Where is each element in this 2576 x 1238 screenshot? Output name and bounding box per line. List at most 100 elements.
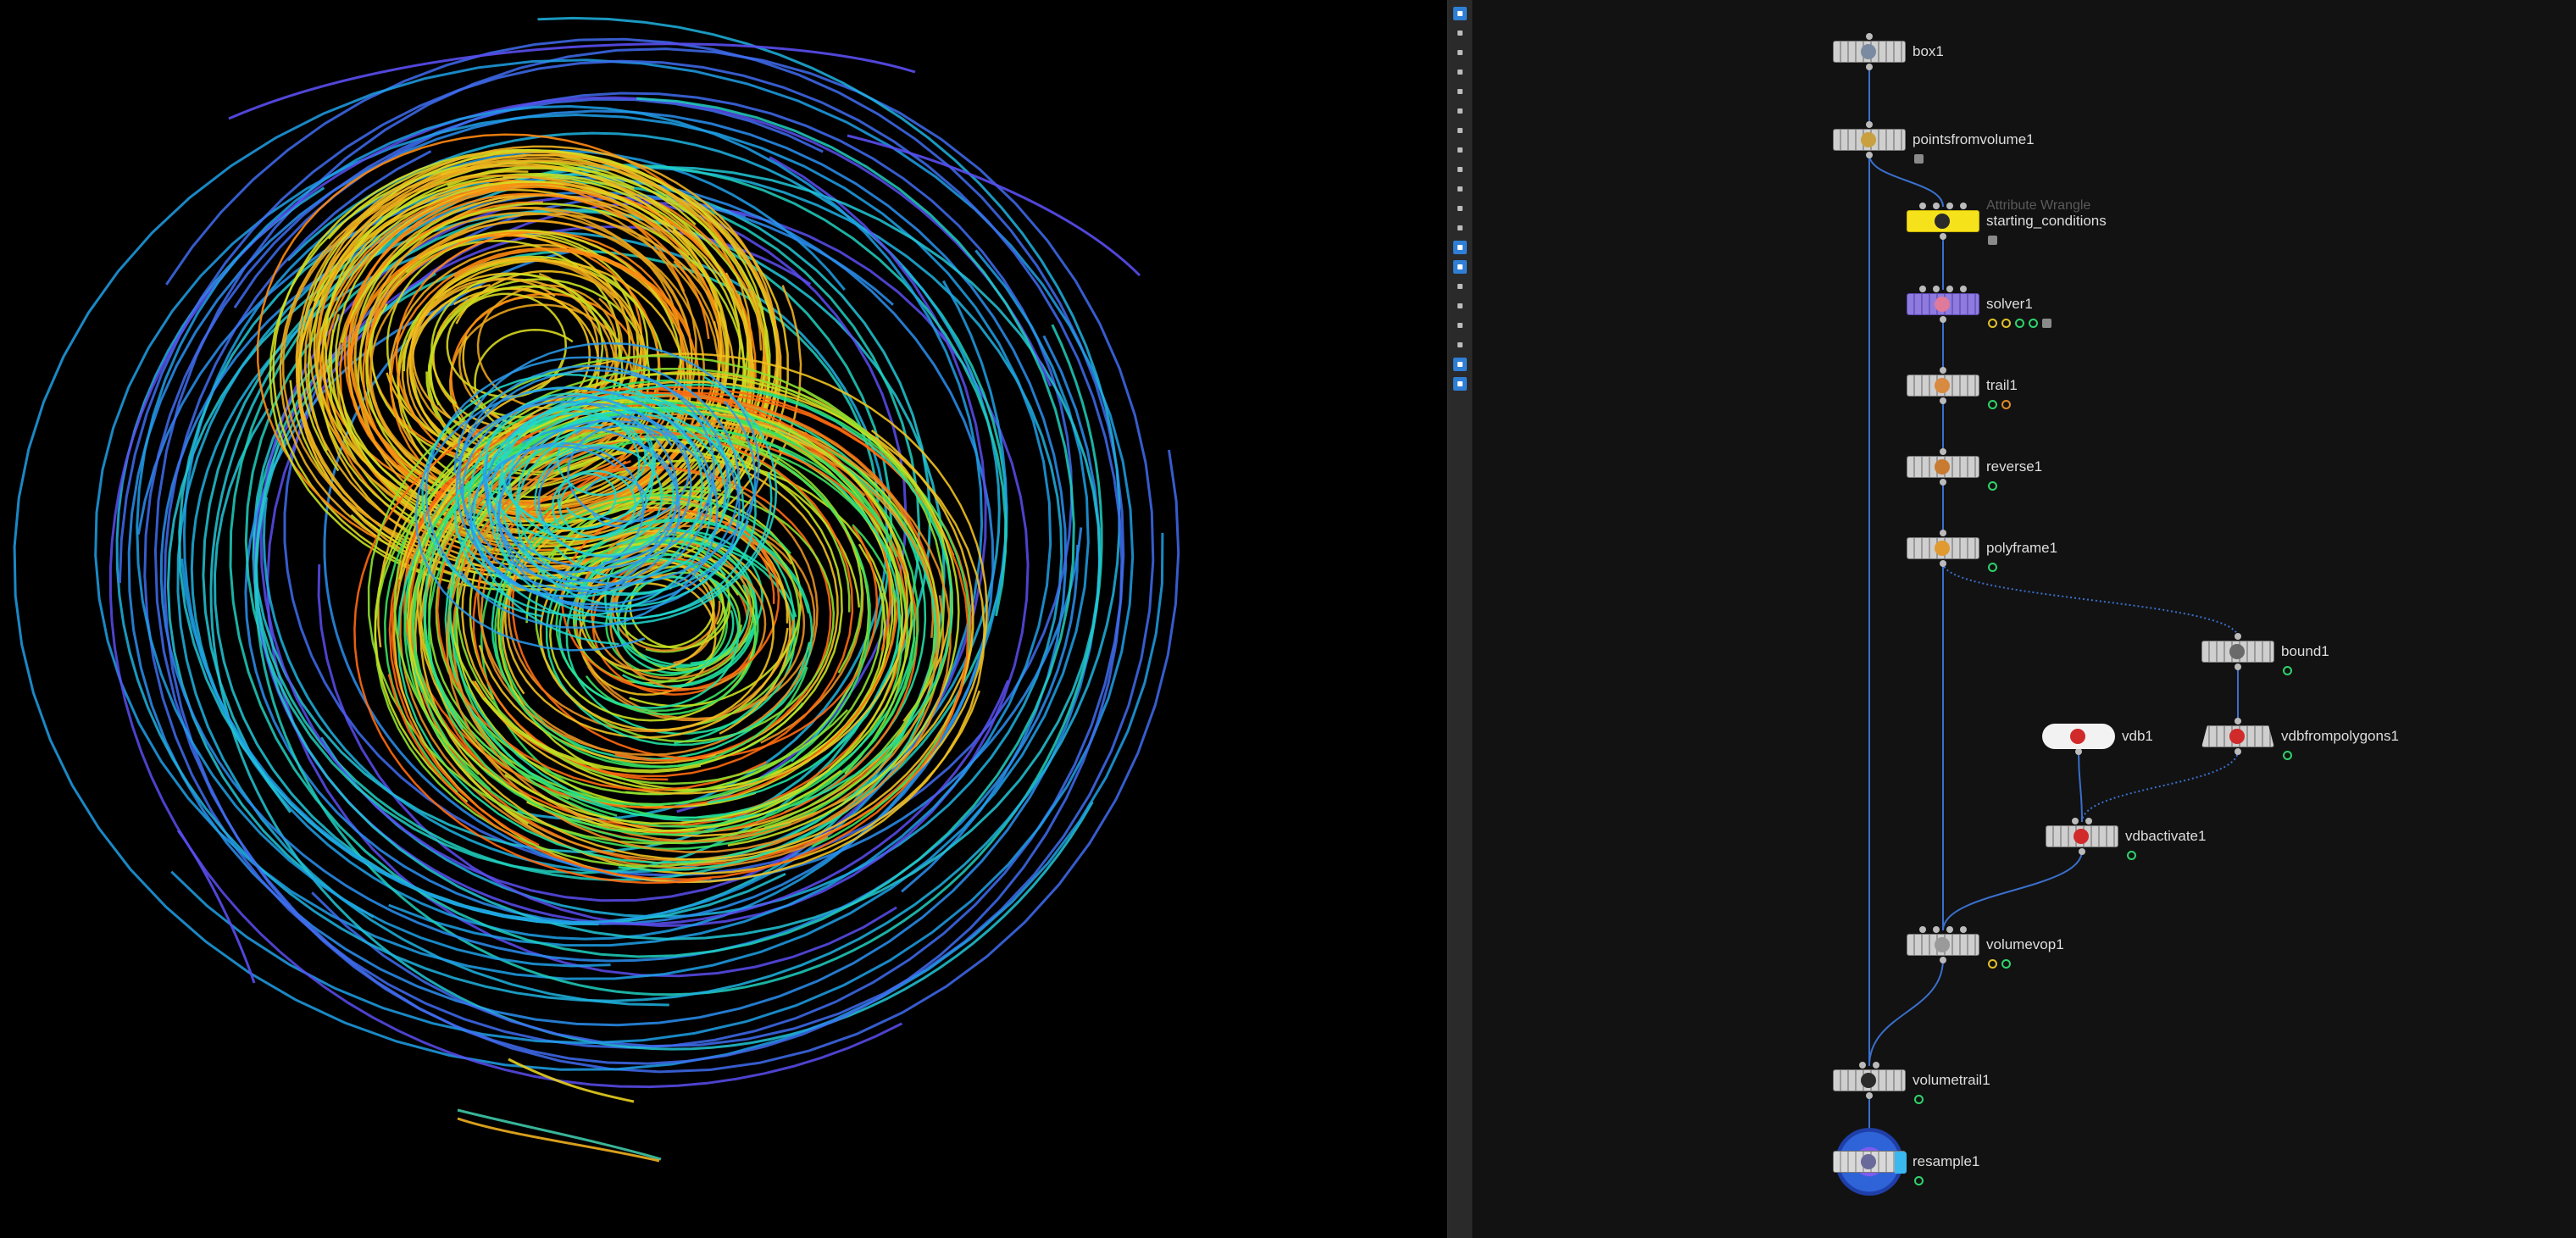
viewport-toolbar [1447,0,1473,1238]
background-icon[interactable] [1453,299,1467,313]
edge-snap-icon[interactable] [1453,104,1467,118]
input-port[interactable] [1933,203,1940,209]
node-name-label[interactable]: vdbfrompolygons1 [2281,728,2399,745]
view-tool-icon[interactable] [1453,65,1467,79]
input-port[interactable] [1933,286,1940,292]
display-flag-indicator[interactable] [1895,1152,1907,1174]
frame-icon[interactable] [1453,221,1467,235]
shaded-toggle-icon[interactable] [1453,260,1467,274]
output-port[interactable] [1866,64,1873,70]
output-port[interactable] [2079,848,2085,855]
node-name-label[interactable]: polyframe1 [1986,540,2057,557]
node-wires [1868,66,2239,1147]
input-port[interactable] [1960,286,1967,292]
display-flag-icon [1914,1176,1924,1185]
output-port[interactable] [1940,397,1946,404]
wire-vdbactivate1-to-volumevop1[interactable] [1942,850,2083,931]
input-port[interactable] [1940,448,1946,455]
output-port[interactable] [1940,233,1946,240]
select-tool-glyph [1457,11,1463,16]
input-port[interactable] [2072,818,2079,824]
camera-glyph [1457,186,1463,192]
input-port[interactable] [1919,926,1926,933]
output-port[interactable] [2075,748,2082,755]
transform-tool-icon[interactable] [1453,26,1467,40]
input-port[interactable] [1946,203,1953,209]
primitive-snap-glyph [1457,128,1463,133]
viewport-canvas[interactable] [0,0,1447,1238]
output-port[interactable] [1940,316,1946,323]
input-port[interactable] [1866,33,1873,40]
node-status-flags [1988,959,2011,969]
vdb-icon [2070,729,2085,744]
stop-icon[interactable] [1453,338,1467,352]
node-name-label[interactable]: solver1 [1986,296,2033,313]
input-port[interactable] [1960,926,1967,933]
node-name-label[interactable]: reverse1 [1986,458,2042,475]
snapshot-icon[interactable] [1453,358,1467,371]
output-port[interactable] [1940,560,1946,567]
node-name-label[interactable]: trail1 [1986,377,2018,394]
brush-glyph [1457,147,1463,153]
camera-icon[interactable] [1453,182,1467,196]
input-port[interactable] [2235,633,2241,640]
network-editor[interactable]: box1 pointsfromvolume1 Attribute Wrangle st… [1473,0,2576,1238]
point-snap-icon[interactable] [1453,85,1467,98]
node-name-label[interactable]: pointsfromvolume1 [1913,131,2035,148]
input-port[interactable] [1946,286,1953,292]
shaded-toggle-glyph [1457,264,1463,269]
select-tool-icon[interactable] [1453,7,1467,20]
node-name-label[interactable]: vdbactivate1 [2125,828,2206,845]
input-port[interactable] [1873,1062,1879,1069]
3d-viewport[interactable] [0,0,1447,1238]
wire-pointsfromvolume1-to-starting_conditions[interactable] [1868,153,1944,208]
node-name-label[interactable]: box1 [1913,43,1944,60]
primitive-snap-icon[interactable] [1453,124,1467,137]
info-icon[interactable] [1453,377,1467,391]
node-name-label[interactable]: vdb1 [2122,728,2153,745]
input-port[interactable] [1919,203,1926,209]
input-port[interactable] [2085,818,2092,824]
node-name-label[interactable]: starting_conditions [1986,213,2107,230]
node-status-flags [2127,851,2136,860]
wireframe-toggle-icon[interactable] [1453,241,1467,254]
wire-volumevop1-to-volumetrail1[interactable] [1868,958,1944,1067]
normals-icon[interactable] [1453,319,1467,332]
node-name-label[interactable]: volumetrail1 [1913,1072,1990,1089]
points-from-volume-icon [1861,132,1876,147]
input-port[interactable] [1859,1062,1866,1069]
display-options-icon[interactable] [1453,163,1467,176]
node-status-flags [1914,1176,1924,1185]
wire-polyframe1-to-bound1[interactable] [1942,562,2239,638]
node-name-label[interactable]: bound1 [2281,643,2329,660]
lights-icon[interactable] [1453,202,1467,215]
input-port[interactable] [1946,926,1953,933]
wire-vdb1-to-vdbactivate1[interactable] [2078,750,2083,823]
output-port[interactable] [2235,663,2241,670]
display-flag-icon [2001,959,2011,969]
input-port[interactable] [1940,530,1946,536]
handle-tool-icon[interactable] [1453,46,1467,59]
node-status-flags [1914,1095,1924,1104]
wire-vdbfrompolygons1-to-vdbactivate1[interactable] [2081,750,2239,823]
polyframe-icon [1935,541,1950,556]
output-port[interactable] [2235,748,2241,755]
output-port[interactable] [1866,152,1873,158]
input-port[interactable] [1960,203,1967,209]
input-port[interactable] [1919,286,1926,292]
brush-icon[interactable] [1453,143,1467,157]
node-name-label[interactable]: volumevop1 [1986,936,2064,953]
input-port[interactable] [2235,718,2241,724]
volume-trail-icon [1861,1073,1876,1088]
lock-flag-icon [2042,319,2051,328]
node-status-flags [1988,400,2011,409]
output-port[interactable] [1940,479,1946,486]
node-name-label[interactable]: resample1 [1913,1153,1979,1170]
input-port[interactable] [1933,926,1940,933]
input-port[interactable] [1940,367,1946,374]
ghost-icon[interactable] [1453,280,1467,293]
output-port[interactable] [1866,1092,1873,1099]
input-port[interactable] [1866,121,1873,128]
output-port[interactable] [1940,957,1946,963]
box-icon [1861,44,1876,59]
